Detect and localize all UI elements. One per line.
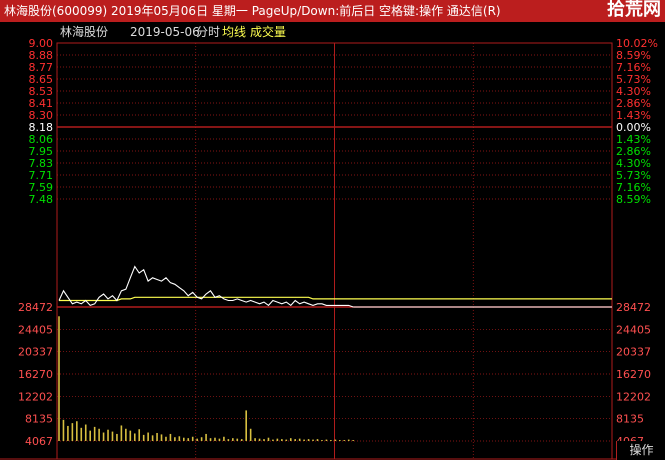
grid bbox=[0, 42, 665, 460]
volume-tick-label: 12202 bbox=[18, 390, 53, 403]
price-tick-label: 7.48 bbox=[29, 193, 54, 206]
volume-tick-label: 20337 bbox=[18, 346, 53, 359]
volume-tick-label: 8135 bbox=[25, 413, 53, 426]
volume-tick-label: 16270 bbox=[616, 368, 651, 381]
volume-tick-label: 24405 bbox=[18, 323, 53, 336]
volume-tick-label: 16270 bbox=[18, 368, 53, 381]
action-button[interactable]: 操作 bbox=[616, 441, 665, 460]
avg-line-legend: 均线 bbox=[222, 25, 246, 39]
chart-mode: 分时 bbox=[196, 25, 220, 39]
volume-tick-label: 20337 bbox=[616, 346, 651, 359]
window-title: 林海股份(600099) 2019年05月06日 星期一 PageUp/Down… bbox=[4, 4, 501, 18]
volume-legend: 成交量 bbox=[250, 24, 286, 39]
chart-stock-name: 林海股份 bbox=[60, 24, 108, 39]
volume-tick-label: 12202 bbox=[616, 390, 651, 403]
average-line bbox=[59, 296, 612, 302]
pct-tick-label: 8.59% bbox=[616, 193, 651, 206]
chart-date: 2019-05-06 bbox=[130, 25, 200, 39]
watermark: 拾荒网 bbox=[607, 0, 661, 20]
volume-tick-label: 4067 bbox=[25, 435, 53, 448]
volume-tick-label: 24405 bbox=[616, 323, 651, 336]
volume-bars bbox=[58, 316, 354, 441]
intraday-chart[interactable]: 林海股份 2019-05-06 分时 均线 成交量 9.00 10.02%8.88… bbox=[0, 22, 665, 460]
volume-tick-label: 28472 bbox=[616, 301, 651, 314]
volume-tick-label: 8135 bbox=[616, 413, 644, 426]
title-bar: 林海股份(600099) 2019年05月06日 星期一 PageUp/Down… bbox=[0, 0, 665, 22]
volume-tick-label: 28472 bbox=[18, 301, 53, 314]
price-lines bbox=[58, 265, 612, 308]
